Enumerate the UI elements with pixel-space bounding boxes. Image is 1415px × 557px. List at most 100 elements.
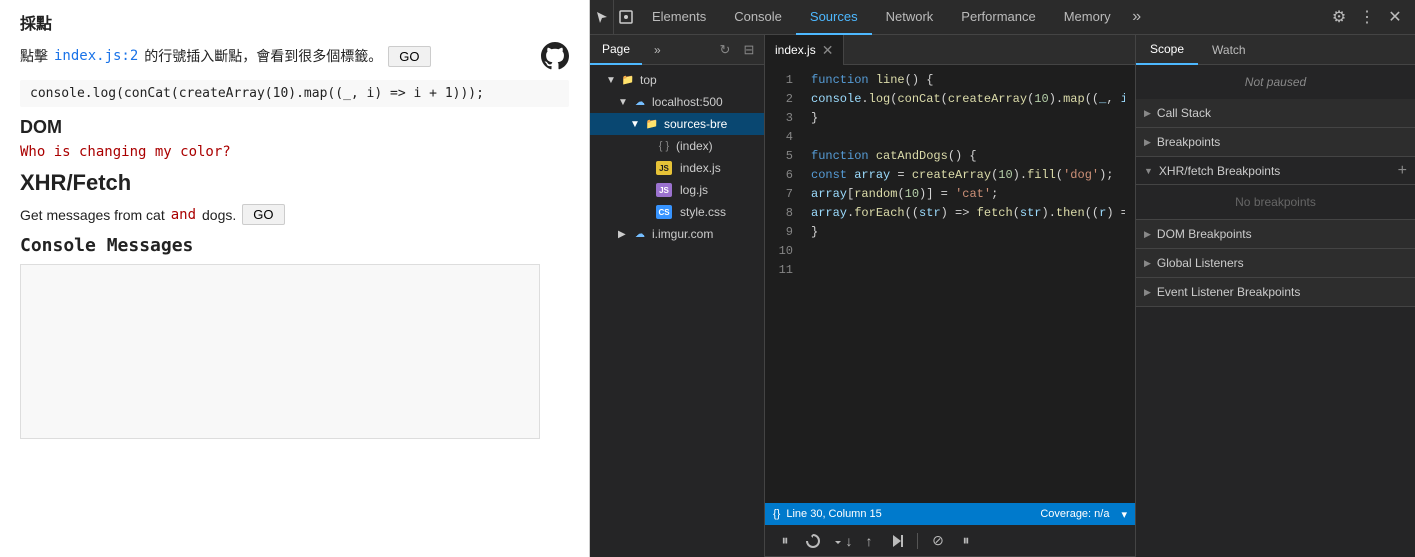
line-num-11: 11 bbox=[765, 261, 801, 280]
line-numbers: 1 2 3 4 5 6 7 8 9 10 11 bbox=[765, 65, 801, 503]
tree-item-index-js[interactable]: JS index.js bbox=[590, 157, 764, 179]
right-panels: Scope Watch Not paused ▶ Call Stack ▶ B bbox=[1135, 35, 1415, 557]
dom-bp-arrow: ▶ bbox=[1144, 229, 1151, 240]
code-snippet: console.log(conCat(createArray(10).map((… bbox=[20, 80, 569, 107]
step-into-button[interactable]: ↓ bbox=[829, 529, 853, 553]
tree-item-style-css[interactable]: CS style.css bbox=[590, 201, 764, 223]
dom-breakpoints-header[interactable]: ▶ DOM Breakpoints bbox=[1136, 220, 1415, 248]
kebab-menu-icon[interactable]: ⋮ bbox=[1355, 5, 1379, 29]
close-devtools-button[interactable]: ✕ bbox=[1383, 5, 1407, 29]
deactivate-breakpoints-button[interactable]: ⊘ bbox=[926, 529, 950, 553]
tree-item-sources-bre[interactable]: ▼ 📁 sources-bre bbox=[590, 113, 764, 135]
github-icon bbox=[541, 42, 569, 70]
scrollbar[interactable] bbox=[1125, 65, 1135, 503]
call-stack-arrow: ▶ bbox=[1144, 108, 1151, 119]
go-button-1[interactable]: GO bbox=[388, 46, 430, 67]
xhr-title: XHR/Fetch bbox=[20, 170, 569, 196]
code-line-8: array.forEach((str) => fetch(str).then((… bbox=[811, 204, 1115, 223]
event-listener-header[interactable]: ▶ Event Listener Breakpoints bbox=[1136, 278, 1415, 306]
file-tree-tabs: Page » ↻ ⊟ bbox=[590, 35, 764, 65]
xhr-breakpoints-section: ▼ XHR/fetch Breakpoints + No breakpoints bbox=[1136, 157, 1415, 220]
breakpoints-header[interactable]: ▶ Breakpoints bbox=[1136, 128, 1415, 156]
settings-icon[interactable]: ⚙ bbox=[1327, 5, 1351, 29]
debug-separator-1 bbox=[917, 533, 918, 549]
coverage-dropdown-icon[interactable]: ▾ bbox=[1121, 508, 1127, 521]
dom-section-title: DOM bbox=[20, 117, 569, 138]
scope-watch-tabs: Scope Watch bbox=[1136, 35, 1415, 65]
cursor-icon[interactable] bbox=[590, 0, 614, 35]
left-panel: 採點 點擊 index.js:2 的行號插入斷點，會看到很多個標籤。 GO co… bbox=[0, 0, 590, 557]
page-tab[interactable]: Page bbox=[590, 35, 642, 65]
click-text2: 的行號插入斷點，會看到很多個標籤。 bbox=[144, 46, 382, 66]
tree-item-top[interactable]: ▼ 📁 top bbox=[590, 69, 764, 91]
line-num-1: 1 bbox=[765, 71, 801, 90]
status-left: {} Line 30, Column 15 bbox=[773, 508, 882, 520]
line-num-6: 6 bbox=[765, 166, 801, 185]
pause-resume-button[interactable]: ⏸ bbox=[773, 529, 797, 553]
code-line-3: } bbox=[811, 109, 1115, 128]
devtools-panel: Elements Console Sources Network Perform… bbox=[590, 0, 1415, 557]
code-line-6: const array = createArray(10).fill('dog'… bbox=[811, 166, 1115, 185]
watch-tab[interactable]: Watch bbox=[1198, 35, 1260, 65]
tab-elements[interactable]: Elements bbox=[638, 0, 720, 35]
no-breakpoints-label: No breakpoints bbox=[1144, 189, 1407, 215]
global-listeners-header[interactable]: ▶ Global Listeners bbox=[1136, 249, 1415, 277]
click-text1: 點擊 bbox=[20, 46, 48, 66]
pause-on-exceptions-button[interactable]: ⏸ bbox=[954, 529, 978, 553]
code-content[interactable]: function line() { console.log(conCat(cre… bbox=[801, 65, 1125, 503]
status-right: Coverage: n/a ▾ bbox=[1040, 508, 1127, 521]
line-num-2: 2 bbox=[765, 90, 801, 109]
tree-item-imgur[interactable]: ▶ ☁ i.imgur.com bbox=[590, 223, 764, 245]
tree-item-localhost[interactable]: ▼ ☁ localhost:500 bbox=[590, 91, 764, 113]
devtools-top-right: ⚙ ⋮ ✕ bbox=[1327, 5, 1415, 29]
tree-item-log-js[interactable]: JS log.js bbox=[590, 179, 764, 201]
xhr-breakpoints-header[interactable]: ▼ XHR/fetch Breakpoints + bbox=[1136, 157, 1415, 185]
close-tab-icon[interactable]: ✕ bbox=[822, 43, 834, 57]
pretty-print-icon[interactable]: {} bbox=[773, 508, 780, 520]
dom-breakpoints-section: ▶ DOM Breakpoints bbox=[1136, 220, 1415, 249]
step-out-button[interactable]: ↑ bbox=[857, 529, 881, 553]
status-bar: {} Line 30, Column 15 Coverage: n/a ▾ bbox=[765, 503, 1135, 525]
who-line: Who is changing my color? bbox=[20, 144, 569, 160]
code-line-11 bbox=[811, 261, 1115, 280]
scope-tab[interactable]: Scope bbox=[1136, 35, 1198, 65]
get-text2: dogs. bbox=[202, 207, 236, 223]
code-line-1: function line() { bbox=[811, 71, 1115, 90]
sync-icon[interactable]: ↻ bbox=[714, 39, 736, 61]
tab-performance[interactable]: Performance bbox=[947, 0, 1049, 35]
sources-area: Page » ↻ ⊟ ▼ 📁 top ▼ bbox=[590, 35, 1415, 557]
and-word: and bbox=[171, 207, 196, 223]
code-tabs: index.js ✕ bbox=[765, 35, 1135, 65]
event-listener-breakpoints-section: ▶ Event Listener Breakpoints bbox=[1136, 278, 1415, 307]
more-file-tabs[interactable]: » bbox=[642, 35, 673, 65]
continue-button[interactable] bbox=[885, 529, 909, 553]
line-num-8: 8 bbox=[765, 204, 801, 223]
line-num-7: 7 bbox=[765, 185, 801, 204]
debug-toolbar: ⏸ ↓ ↑ bbox=[765, 525, 1135, 557]
get-messages-line: Get messages from cat and dogs. GO bbox=[20, 204, 569, 225]
add-xhr-breakpoint-button[interactable]: + bbox=[1398, 162, 1407, 180]
step-over-button[interactable] bbox=[801, 529, 825, 553]
line-num-4: 4 bbox=[765, 128, 801, 147]
code-line-7: array[random(10)] = 'cat'; bbox=[811, 185, 1115, 204]
code-area: index.js ✕ 1 2 3 4 5 6 7 8 9 10 11 bbox=[765, 35, 1135, 557]
inspect-icon[interactable] bbox=[614, 0, 638, 35]
new-folder-icon[interactable]: ⊟ bbox=[738, 39, 760, 61]
line-num-10: 10 bbox=[765, 242, 801, 261]
xhr-arrow: ▼ bbox=[1144, 166, 1153, 176]
tab-console[interactable]: Console bbox=[720, 0, 796, 35]
tab-memory[interactable]: Memory bbox=[1050, 0, 1125, 35]
code-tab-index-js[interactable]: index.js ✕ bbox=[765, 35, 844, 65]
tab-sources[interactable]: Sources bbox=[796, 0, 872, 35]
console-output-box bbox=[20, 264, 540, 439]
index-js-link[interactable]: index.js:2 bbox=[54, 48, 138, 64]
tree-item-index-html[interactable]: { } (index) bbox=[590, 135, 764, 157]
xhr-breakpoints-content: No breakpoints bbox=[1136, 185, 1415, 219]
code-line-2: console.log(conCat(createArray(10).map((… bbox=[811, 90, 1115, 109]
tab-network[interactable]: Network bbox=[872, 0, 948, 35]
page-title-zh: 採點 bbox=[20, 10, 569, 34]
call-stack-header[interactable]: ▶ Call Stack bbox=[1136, 99, 1415, 127]
more-tabs-button[interactable]: » bbox=[1125, 5, 1149, 29]
file-tree: Page » ↻ ⊟ ▼ 📁 top ▼ bbox=[590, 35, 765, 557]
go-button-2[interactable]: GO bbox=[242, 204, 284, 225]
